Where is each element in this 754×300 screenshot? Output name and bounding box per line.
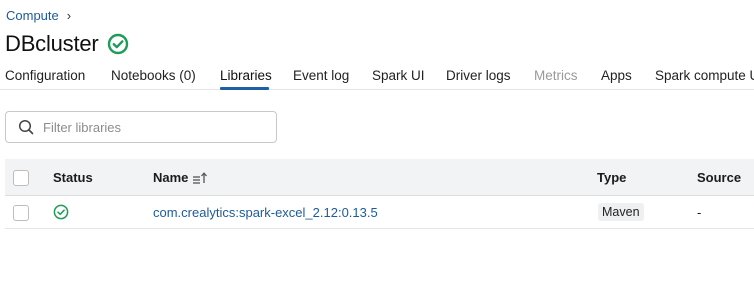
tab-metrics: Metrics xyxy=(534,68,578,83)
filter-libraries-input[interactable] xyxy=(43,119,253,135)
search-icon xyxy=(18,119,34,135)
table-header: Status Name Type Source xyxy=(5,159,754,196)
tab-spark-ui[interactable]: Spark UI xyxy=(372,68,425,83)
title-row: DBcluster xyxy=(5,31,129,57)
column-header-name[interactable]: Name xyxy=(153,170,208,185)
row-select-checkbox[interactable] xyxy=(13,205,29,221)
tab-spark-compute[interactable]: Spark compute U xyxy=(655,68,754,83)
tab-libraries[interactable]: Libraries xyxy=(220,68,272,83)
breadcrumb: Compute › xyxy=(6,8,71,23)
sort-ascending-icon[interactable] xyxy=(192,171,208,185)
library-name-link[interactable]: com.crealytics:spark-excel_2.12:0.13.5 xyxy=(153,205,378,220)
breadcrumb-separator: › xyxy=(66,8,72,23)
column-header-status[interactable]: Status xyxy=(53,170,93,185)
check-circle-icon xyxy=(107,33,128,55)
page-title: DBcluster xyxy=(5,31,99,56)
column-header-type[interactable]: Type xyxy=(597,170,626,185)
tab-driver-logs[interactable]: Driver logs xyxy=(446,68,511,83)
tab-notebooks[interactable]: Notebooks (0) xyxy=(111,68,196,83)
select-all-checkbox[interactable] xyxy=(13,170,29,186)
library-type-badge: Maven xyxy=(598,203,644,221)
library-source: - xyxy=(697,205,702,220)
table-row: com.crealytics:spark-excel_2.12:0.13.5 M… xyxy=(5,196,754,229)
check-circle-icon xyxy=(53,204,69,220)
breadcrumb-compute-link[interactable]: Compute xyxy=(6,8,59,23)
tab-event-log[interactable]: Event log xyxy=(293,68,349,83)
tab-configuration[interactable]: Configuration xyxy=(5,68,85,83)
column-header-source[interactable]: Source xyxy=(697,170,741,185)
tab-bar: Configuration Notebooks (0) Libraries Ev… xyxy=(0,62,754,90)
active-tab-indicator xyxy=(220,87,269,90)
filter-box[interactable] xyxy=(5,111,277,143)
tab-apps[interactable]: Apps xyxy=(601,68,632,83)
column-header-name-label: Name xyxy=(153,170,189,185)
